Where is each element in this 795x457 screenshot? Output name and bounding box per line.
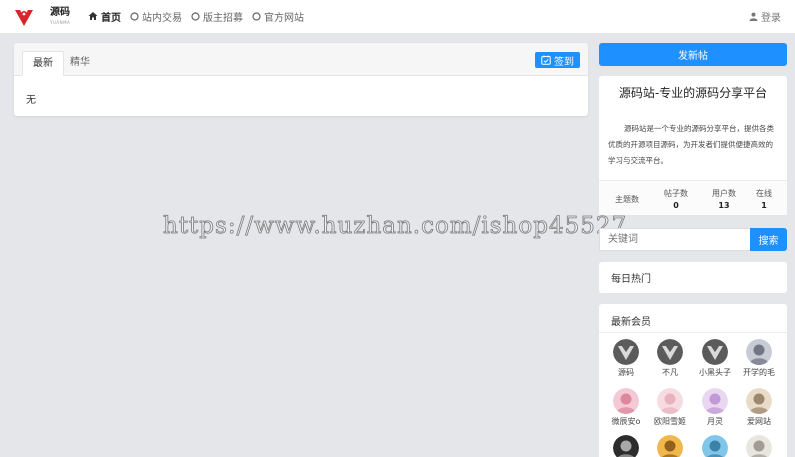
user-icon: [749, 12, 758, 21]
member-item[interactable]: 月灵: [695, 388, 735, 427]
empty-state-text: 无: [26, 95, 36, 106]
nav-item-official[interactable]: 官方网站: [252, 9, 304, 24]
signin-button[interactable]: 签到: [535, 52, 580, 68]
logo-subtext: YUANMA: [50, 20, 71, 25]
stat-label: 主题数: [615, 195, 639, 204]
daily-hot-title: 每日热门: [611, 274, 651, 285]
daily-hot-card: 每日热门: [599, 262, 787, 293]
avatar[interactable]: [613, 339, 639, 365]
member-name[interactable]: 开学的毛: [739, 367, 779, 378]
stat-topics: 主题数: [605, 194, 649, 206]
thread-tabs: 最新 精华 签到: [14, 43, 588, 76]
member-name[interactable]: 欧阳雪姬: [650, 416, 690, 427]
avatar[interactable]: [657, 388, 683, 414]
thread-list-card: 最新 精华 签到 无: [14, 43, 588, 116]
stat-users: 用户数 13: [702, 188, 746, 212]
nav-label: 版主招募: [203, 12, 243, 24]
tab-latest[interactable]: 最新: [22, 51, 64, 76]
logo-icon[interactable]: [14, 7, 34, 27]
member-name[interactable]: 源码: [606, 367, 646, 378]
member-item[interactable]: 爱网站: [739, 388, 779, 427]
avatar[interactable]: [702, 388, 728, 414]
calendar-check-icon: [541, 55, 551, 65]
divider: [599, 332, 787, 333]
stat-value: 13: [718, 201, 730, 210]
member-item[interactable]: 欧阳雪姬: [650, 388, 690, 427]
login-label: 登录: [761, 13, 781, 24]
stat-label: 帖子数: [664, 189, 688, 198]
watermark-text: https://www.huzhan.com/ishop45527: [163, 213, 628, 240]
nav-label: 官方网站: [264, 12, 304, 24]
member-name[interactable]: 小黑头子: [695, 367, 735, 378]
new-post-button[interactable]: 发新帖: [599, 43, 787, 66]
site-description: 源码站是一个专业的源码分享平台，提供各类优质的开源项目源码，为开发者们提供便捷高…: [608, 124, 774, 165]
top-navbar: 源码 YUANMA 首页 站内交易 版主招募 官方网站 登录: [0, 0, 795, 34]
site-stats: 主题数 帖子数 0 用户数 13 在线 1: [599, 180, 787, 215]
logo-text[interactable]: 源码: [50, 7, 70, 19]
circle-icon: [252, 11, 261, 21]
nav-item-trade[interactable]: 站内交易: [130, 9, 182, 24]
site-info-card: 源码站-专业的源码分享平台 源码站是一个专业的源码分享平台，提供各类优质的开源项…: [599, 76, 787, 215]
main-nav: 首页 站内交易 版主招募 官方网站: [88, 9, 304, 24]
avatar[interactable]: [746, 339, 772, 365]
nav-item-home[interactable]: 首页: [88, 9, 121, 24]
stat-value: 0: [673, 201, 679, 210]
nav-item-moderator[interactable]: 版主招募: [191, 9, 243, 24]
member-name[interactable]: 微辰安o: [606, 416, 646, 427]
nav-label: 首页: [101, 12, 121, 24]
member-item[interactable]: 开学的毛: [739, 339, 779, 378]
new-members-title: 最新会员: [611, 317, 651, 328]
member-item[interactable]: [739, 435, 779, 457]
avatar[interactable]: [702, 435, 728, 457]
stat-label: 用户数: [712, 189, 736, 198]
stat-value: 1: [761, 201, 767, 210]
avatar[interactable]: [613, 435, 639, 457]
search-input[interactable]: [599, 228, 751, 251]
member-name[interactable]: 爱网站: [739, 416, 779, 427]
avatar[interactable]: [657, 339, 683, 365]
member-item[interactable]: 源码: [606, 339, 646, 378]
member-name[interactable]: 不凡: [650, 367, 690, 378]
member-name[interactable]: 月灵: [695, 416, 735, 427]
avatar[interactable]: [702, 339, 728, 365]
member-item[interactable]: [606, 435, 646, 457]
circle-icon: [191, 11, 200, 21]
search-button[interactable]: 搜索: [750, 228, 787, 251]
search-bar: 搜索: [599, 228, 787, 251]
member-item[interactable]: 不凡: [650, 339, 690, 378]
nav-label: 站内交易: [142, 12, 182, 24]
home-icon: [88, 12, 98, 20]
tab-featured[interactable]: 精华: [60, 51, 100, 76]
member-item[interactable]: [650, 435, 690, 457]
signin-label: 签到: [554, 56, 574, 68]
avatar[interactable]: [746, 435, 772, 457]
stat-posts: 帖子数 0: [654, 188, 698, 212]
login-link[interactable]: 登录: [749, 9, 781, 24]
avatar[interactable]: [657, 435, 683, 457]
avatar[interactable]: [746, 388, 772, 414]
new-members-card: 最新会员 源码 不凡 小黑头子 开学的毛微辰安o 欧阳雪姬 月灵 爱网站: [599, 304, 787, 457]
stat-label: 在线: [756, 189, 772, 198]
member-item[interactable]: [695, 435, 735, 457]
member-item[interactable]: 小黑头子: [695, 339, 735, 378]
circle-icon: [130, 11, 139, 21]
stat-online: 在线 1: [747, 188, 781, 212]
avatar[interactable]: [613, 388, 639, 414]
site-title: 源码站-专业的源码分享平台: [618, 86, 768, 100]
member-item[interactable]: 微辰安o: [606, 388, 646, 427]
